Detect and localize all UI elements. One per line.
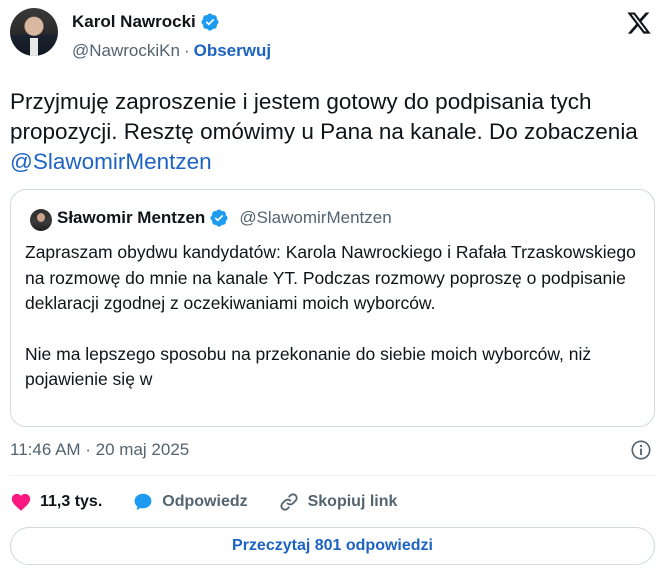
author-avatar[interactable] — [10, 8, 58, 56]
reply-label: Odpowiedz — [162, 493, 248, 510]
divider — [10, 475, 655, 476]
like-count: 11,3 tys. — [40, 493, 103, 510]
tweet-embed: Karol Nawrocki @NawrockiKn · Obserwuj Pr… — [0, 0, 663, 568]
tweet-text: Przyjmuję zaproszenie i jestem gotowy do… — [10, 87, 655, 177]
quoted-text: Zapraszam obydwu kandydatów: Karola Nawr… — [25, 240, 645, 393]
heart-icon — [11, 493, 31, 511]
tweet-body: Przyjmuję zaproszenie i jestem gotowy do… — [10, 89, 638, 144]
quoted-author-handle: @SlawomirMentzen — [239, 208, 392, 227]
verified-badge-icon — [210, 209, 228, 227]
mention-link[interactable]: @SlawomirMentzen — [10, 149, 212, 174]
author-handle-row: @NawrockiKn · Obserwuj — [72, 41, 271, 61]
verified-badge-icon — [201, 13, 219, 31]
separator-dot: · — [183, 41, 190, 60]
quoted-paragraph: Zapraszam obydwu kandydatów: Karola Nawr… — [25, 242, 636, 313]
quoted-author-avatar — [30, 209, 52, 231]
quoted-header: Sławomir Mentzen @SlawomirMentzen — [57, 208, 392, 228]
author-handle[interactable]: @NawrockiKn — [72, 41, 180, 61]
read-replies-button[interactable]: Przeczytaj 801 odpowiedzi — [10, 527, 655, 565]
reply-button[interactable]: Odpowiedz — [132, 491, 248, 513]
follow-button[interactable]: Obserwuj — [194, 41, 271, 61]
action-bar: 11,3 tys. Odpowiedz Skopiuj link — [10, 489, 427, 515]
speech-bubble-icon — [134, 493, 152, 511]
quoted-tweet[interactable]: Sławomir Mentzen @SlawomirMentzen Zapras… — [10, 189, 655, 427]
author-name-row: Karol Nawrocki — [72, 12, 220, 32]
tweet-timestamp[interactable]: 11:46 AM · 20 maj 2025 — [10, 440, 189, 460]
info-icon[interactable] — [630, 439, 652, 461]
link-icon — [280, 493, 298, 511]
quoted-paragraph: Nie ma lepszego sposobu na przekonanie d… — [25, 343, 592, 390]
x-logo-icon[interactable] — [626, 10, 652, 36]
copy-link-label: Skopiuj link — [307, 493, 398, 510]
like-button[interactable]: 11,3 tys. — [10, 491, 102, 513]
author-name[interactable]: Karol Nawrocki — [72, 12, 196, 32]
quoted-author-name: Sławomir Mentzen — [57, 208, 206, 227]
copy-link-button[interactable]: Skopiuj link — [278, 491, 398, 513]
